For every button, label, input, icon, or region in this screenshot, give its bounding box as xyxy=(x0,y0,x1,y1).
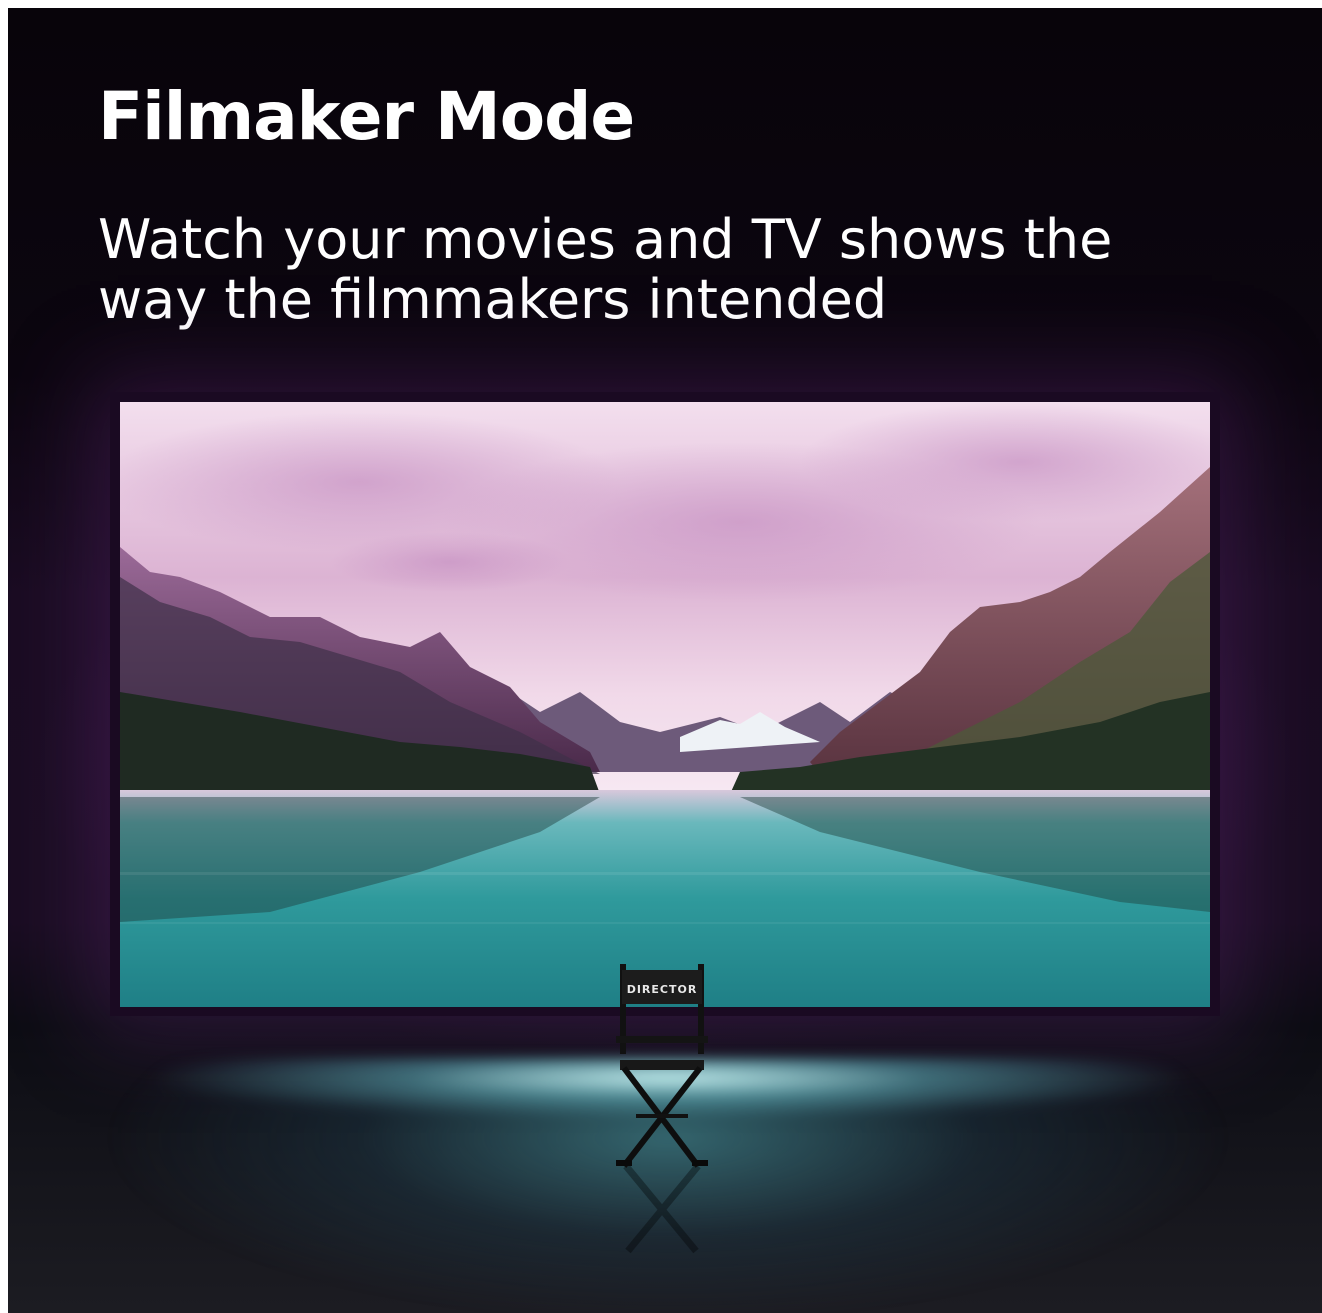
chair-label: DIRECTOR xyxy=(627,983,698,996)
tv-frame xyxy=(110,392,1220,1016)
subheadline: Watch your movies and TV shows the way t… xyxy=(98,208,1113,331)
filmmaker-mode-banner: Filmaker Mode Watch your movies and TV s… xyxy=(8,8,1322,1313)
tv-screen-landscape xyxy=(120,402,1210,1007)
director-chair: DIRECTOR xyxy=(616,964,708,1254)
headline: Filmaker Mode xyxy=(98,78,635,155)
lake-mountain-scene xyxy=(120,402,1210,1007)
